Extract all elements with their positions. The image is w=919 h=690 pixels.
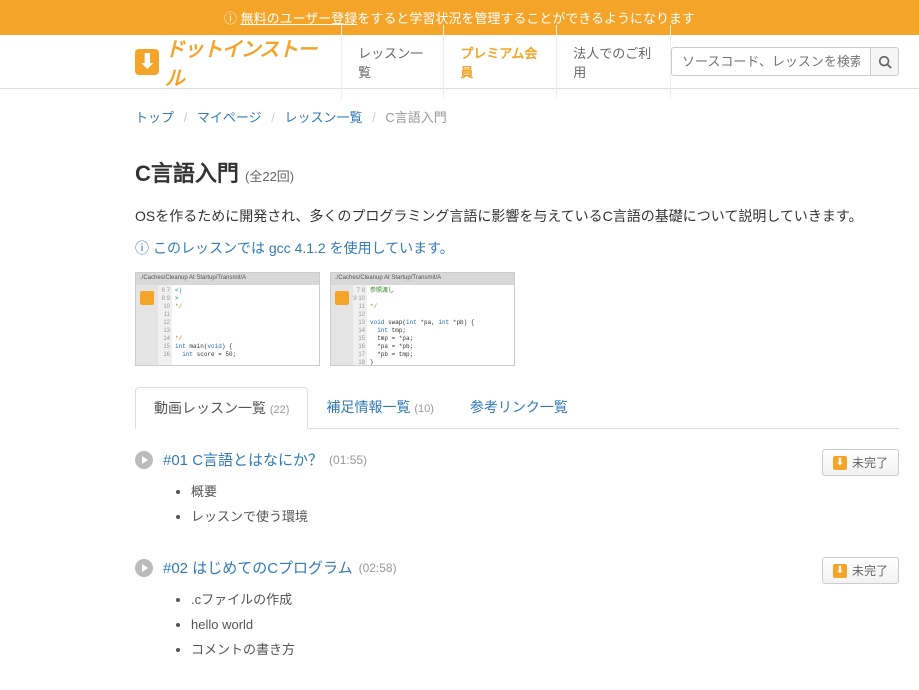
- tab-notes[interactable]: 補足情報一覧 (10): [308, 387, 451, 429]
- search: [671, 47, 899, 76]
- search-icon: [878, 55, 892, 69]
- lesson-duration: (01:55): [329, 453, 367, 467]
- thumb-titlebar: ./Caches/Cleanup At Startup/Transmit/A: [331, 273, 514, 285]
- lesson-content: #01 C言語とはなにか？ (01:55) 概要 レッスンで使う環境: [135, 449, 822, 529]
- nav-lessons[interactable]: レッスン一覧: [341, 25, 444, 99]
- breadcrumb-top[interactable]: トップ: [135, 110, 174, 125]
- info-icon: ⓘ: [224, 11, 241, 26]
- lesson-point: 概要: [191, 480, 822, 505]
- lesson-point: レッスンで使う環境: [191, 505, 822, 530]
- logo-icon: ⬇: [135, 49, 159, 75]
- file-icon: [335, 291, 349, 305]
- logo[interactable]: ⬇ ドットインストール: [135, 33, 321, 91]
- breadcrumb: トップ / マイページ / レッスン一覧 / C言語入門: [135, 107, 899, 126]
- thumb-sidebar: [331, 285, 353, 365]
- breadcrumb-mypage[interactable]: マイページ: [197, 110, 262, 125]
- breadcrumb-sep: /: [372, 110, 376, 125]
- lesson-header: #01 C言語とはなにか？ (01:55): [135, 449, 822, 470]
- lesson-point: .cファイルの作成: [191, 588, 822, 613]
- play-icon[interactable]: [135, 559, 153, 577]
- lesson-duration: (02:58): [359, 561, 397, 575]
- code-preview: <| > */ */ int main(void) { int score = …: [172, 285, 319, 365]
- nav-premium[interactable]: プレミアム会員: [444, 25, 557, 99]
- search-button[interactable]: [871, 47, 899, 76]
- status-label: 未完了: [852, 562, 888, 579]
- completion-toggle[interactable]: ⬇ 未完了: [822, 449, 899, 476]
- content-tabs: 動画レッスン一覧 (22) 補足情報一覧 (10) 参考リンク一覧: [135, 386, 899, 429]
- code-preview: 参照渡し */ void swap(int *pa, int *pb) { in…: [367, 285, 514, 365]
- thumbnail-2[interactable]: ./Caches/Cleanup At Startup/Transmit/A 7…: [330, 272, 515, 366]
- signup-link[interactable]: 無料のユーザー登録: [241, 11, 358, 26]
- thumb-titlebar: ./Caches/Cleanup At Startup/Transmit/A: [136, 273, 319, 285]
- breadcrumb-current: C言語入門: [385, 110, 446, 125]
- environment-info: ⓘこのレッスンでは gcc 4.1.2 を使用しています。: [135, 238, 899, 258]
- line-numbers: 6 7 8 9 10 11 12 13 14 15 16: [158, 285, 172, 365]
- download-icon: ⬇: [833, 456, 847, 470]
- lesson-points: .cファイルの作成 hello world コメントの書き方: [191, 588, 822, 662]
- info-text: このレッスンでは gcc 4.1.2 を使用しています。: [153, 240, 454, 256]
- lesson-item: #01 C言語とはなにか？ (01:55) 概要 レッスンで使う環境 ⬇ 未完了: [135, 449, 899, 529]
- lesson-link[interactable]: #01 C言語とはなにか？: [163, 449, 323, 470]
- lesson-point: コメントの書き方: [191, 638, 822, 663]
- play-icon[interactable]: [135, 451, 153, 469]
- header: ⬇ ドットインストール レッスン一覧 プレミアム会員 法人でのご利用: [0, 35, 919, 89]
- breadcrumb-sep: /: [184, 110, 188, 125]
- tab-count: (22): [270, 404, 290, 416]
- main-nav: レッスン一覧 プレミアム会員 法人でのご利用: [341, 25, 671, 99]
- nav-corporate[interactable]: 法人でのご利用: [557, 25, 671, 99]
- breadcrumb-lessons[interactable]: レッスン一覧: [285, 110, 363, 125]
- lesson-points: 概要 レッスンで使う環境: [191, 480, 822, 529]
- lesson-list: #01 C言語とはなにか？ (01:55) 概要 レッスンで使う環境 ⬇ 未完了…: [135, 429, 899, 662]
- main-content: トップ / マイページ / レッスン一覧 / C言語入門 C言語入門 (全22回…: [0, 89, 919, 662]
- course-description: OSを作るために開発され、多くのプログラミング言語に影響を与えているC言語の基礎…: [135, 206, 899, 226]
- search-input[interactable]: [671, 47, 871, 76]
- tab-label: 補足情報一覧: [326, 399, 410, 415]
- tab-label: 動画レッスン一覧: [154, 400, 266, 416]
- download-icon: ⬇: [833, 564, 847, 578]
- logo-text: ドットインストール: [165, 33, 321, 91]
- title-text: C言語入門: [135, 161, 239, 186]
- thumbnail-1[interactable]: ./Caches/Cleanup At Startup/Transmit/A 6…: [135, 272, 320, 366]
- preview-thumbnails: ./Caches/Cleanup At Startup/Transmit/A 6…: [135, 272, 899, 366]
- breadcrumb-sep: /: [271, 110, 275, 125]
- tab-videos[interactable]: 動画レッスン一覧 (22): [135, 387, 308, 429]
- thumb-sidebar: [136, 285, 158, 365]
- line-numbers: 7 8 9 10 11 12 13 14 15 16 17 18: [353, 285, 367, 365]
- lesson-count: (全22回): [245, 169, 294, 184]
- tab-count: (10): [414, 403, 434, 415]
- page-title: C言語入門 (全22回): [135, 156, 899, 188]
- lesson-header: #02 はじめてのCプログラム (02:58): [135, 557, 822, 578]
- lesson-point: hello world: [191, 613, 822, 638]
- status-label: 未完了: [852, 454, 888, 471]
- lesson-item: #02 はじめてのCプログラム (02:58) .cファイルの作成 hello …: [135, 557, 899, 662]
- file-icon: [140, 291, 154, 305]
- lesson-content: #02 はじめてのCプログラム (02:58) .cファイルの作成 hello …: [135, 557, 822, 662]
- completion-toggle[interactable]: ⬇ 未完了: [822, 557, 899, 584]
- tab-links[interactable]: 参考リンク一覧: [452, 387, 586, 429]
- lesson-link[interactable]: #02 はじめてのCプログラム: [163, 557, 353, 578]
- info-icon: ⓘ: [135, 240, 149, 256]
